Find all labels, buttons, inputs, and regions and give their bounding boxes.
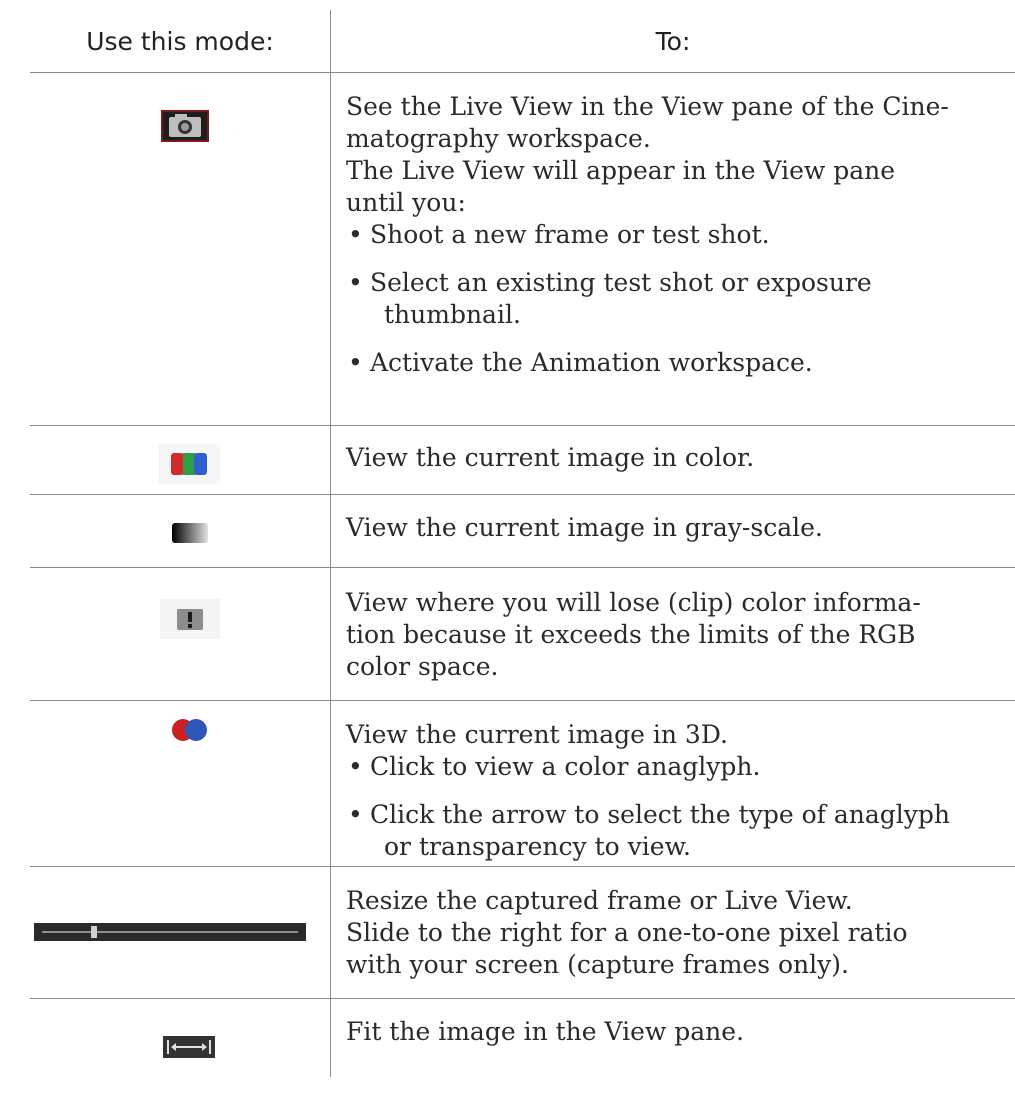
text-line: matography workspace. xyxy=(346,124,651,153)
row-resize-description: Resize the captured frame or Live View. … xyxy=(346,885,1011,981)
text-line: Slide to the right for a one-to-one pixe… xyxy=(346,918,908,947)
text-line: View where you will lose (clip) color in… xyxy=(346,588,921,617)
header-mode: Use this mode: xyxy=(86,26,274,56)
row-fit-description: Fit the image in the View pane. xyxy=(346,1016,1011,1048)
row-3d-description: View the current image in 3D. Click to v… xyxy=(346,719,1011,863)
text-line: or transparency to view. xyxy=(384,832,691,861)
row-divider xyxy=(30,425,1015,426)
text-line: View the current image in gray-scale. xyxy=(346,513,823,542)
text-line: See the Live View in the View pane of th… xyxy=(346,92,949,121)
header-purpose: To: xyxy=(655,26,691,56)
text-line: Click the arrow to select the type of an… xyxy=(370,800,950,829)
fit-to-pane-icon xyxy=(163,1036,215,1058)
text-line: tion because it exceeds the limits of th… xyxy=(346,620,916,649)
row-divider xyxy=(30,866,1015,867)
mode-table: Use this mode: To: See the Live View in … xyxy=(0,0,1015,1105)
text-line: thumbnail. xyxy=(384,300,521,329)
row-divider xyxy=(30,494,1015,495)
clip-warning-icon xyxy=(160,599,220,639)
text-line: with your screen (capture frames only). xyxy=(346,950,849,979)
row-divider xyxy=(30,567,1015,568)
zoom-slider-icon xyxy=(34,923,306,941)
text-line: Fit the image in the View pane. xyxy=(346,1017,745,1046)
row-live-view-description: See the Live View in the View pane of th… xyxy=(346,91,1011,379)
text-line: Activate the Animation workspace. xyxy=(370,348,813,377)
rgb-color-icon xyxy=(158,444,220,484)
column-divider xyxy=(330,10,331,1077)
row-divider xyxy=(30,72,1015,73)
text-line: Resize the captured frame or Live View. xyxy=(346,886,853,915)
text-line: The Live View will appear in the View pa… xyxy=(346,156,896,185)
row-color-description: View the current image in color. xyxy=(346,442,1011,474)
text-line: View the current image in color. xyxy=(346,443,755,472)
text-line: until you: xyxy=(346,188,466,217)
row-divider xyxy=(30,700,1015,701)
bullet-item: Activate the Animation workspace. xyxy=(346,347,1011,379)
text-line: color space. xyxy=(346,652,499,681)
text-line: View the current image in 3D. xyxy=(346,720,728,749)
grayscale-gradient-icon xyxy=(171,521,209,545)
row-divider xyxy=(30,998,1015,999)
bullet-item: Shoot a new frame or test shot. xyxy=(346,219,1011,251)
bullet-item: Select an existing test shot or exposure… xyxy=(346,267,1011,331)
camera-live-view-icon xyxy=(161,110,209,142)
text-line: Click to view a color anaglyph. xyxy=(370,752,761,781)
text-line: Shoot a new frame or test shot. xyxy=(370,220,770,249)
row-grayscale-description: View the current image in gray-scale. xyxy=(346,512,1011,544)
text-line: Select an existing test shot or exposure xyxy=(370,268,872,297)
bullet-item: Click the arrow to select the type of an… xyxy=(346,799,1011,863)
bullet-item: Click to view a color anaglyph. xyxy=(346,751,1011,783)
row-clip-description: View where you will lose (clip) color in… xyxy=(346,587,1011,683)
anaglyph-3d-icon xyxy=(168,716,212,744)
